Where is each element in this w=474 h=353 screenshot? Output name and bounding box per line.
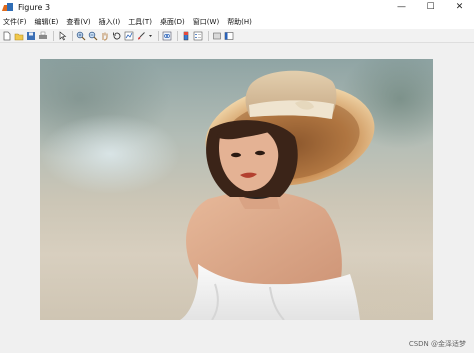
minimize-button[interactable]: — xyxy=(387,0,416,15)
menu-desktop[interactable]: 桌面(D) xyxy=(160,17,185,27)
maximize-button[interactable]: ☐ xyxy=(416,0,445,15)
menu-insert[interactable]: 插入(I) xyxy=(99,17,121,27)
menu-view[interactable]: 查看(V) xyxy=(66,17,90,27)
colorbar-icon[interactable] xyxy=(181,31,191,41)
menu-file[interactable]: 文件(F) xyxy=(3,17,27,27)
toolbar-separator xyxy=(53,30,54,41)
show-plot-tools-icon[interactable] xyxy=(224,31,234,41)
toolbar-separator xyxy=(158,30,159,41)
pointer-icon[interactable] xyxy=(57,30,67,41)
open-file-icon[interactable] xyxy=(14,31,24,41)
menu-help[interactable]: 帮助(H) xyxy=(227,17,252,27)
toolbar-separator xyxy=(177,30,178,41)
menu-bar: 文件(F) 编辑(E) 查看(V) 插入(I) 工具(T) 桌面(D) 窗口(W… xyxy=(0,15,474,29)
menu-window[interactable]: 窗口(W) xyxy=(193,17,219,27)
chevron-down-icon[interactable] xyxy=(148,31,153,41)
portrait-photo xyxy=(40,59,433,320)
menu-tools[interactable]: 工具(T) xyxy=(128,17,152,27)
toolbar-separator xyxy=(208,30,209,41)
matlab-logo-icon xyxy=(1,2,14,13)
close-button[interactable]: ✕ xyxy=(445,0,474,15)
rotate-3d-icon[interactable] xyxy=(112,31,122,41)
brush-icon[interactable] xyxy=(136,31,146,41)
legend-icon[interactable] xyxy=(193,31,203,41)
menu-edit[interactable]: 编辑(E) xyxy=(35,17,59,27)
window-controls: — ☐ ✕ xyxy=(387,0,474,15)
zoom-out-icon[interactable] xyxy=(88,31,98,41)
toolbar-separator xyxy=(72,30,73,41)
data-cursor-icon[interactable] xyxy=(124,31,134,41)
window-title: Figure 3 xyxy=(18,3,51,12)
print-icon[interactable] xyxy=(38,31,48,41)
save-icon[interactable] xyxy=(26,31,36,41)
link-plot-icon[interactable] xyxy=(162,31,172,41)
hide-plot-tools-icon[interactable] xyxy=(212,31,222,41)
new-figure-icon[interactable] xyxy=(2,31,12,41)
figure-toolbar xyxy=(0,29,474,43)
zoom-in-icon[interactable] xyxy=(76,31,86,41)
portrait-illustration xyxy=(180,70,375,320)
watermark-text: CSDN @金泽适梦 xyxy=(408,340,466,348)
pan-icon[interactable] xyxy=(100,31,110,41)
title-bar: Figure 3 — ☐ ✕ xyxy=(0,0,474,15)
